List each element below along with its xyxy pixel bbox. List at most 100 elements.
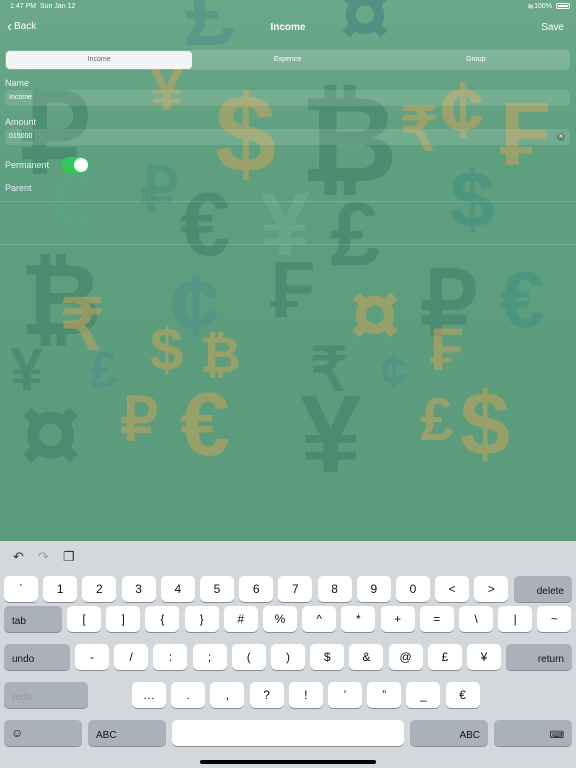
key[interactable]: } (184, 606, 219, 632)
key[interactable]: ` (4, 576, 38, 602)
key[interactable]: 5 (200, 576, 234, 602)
key[interactable]: * (341, 606, 376, 632)
return-key[interactable]: return (506, 644, 572, 670)
key[interactable]: 1 (43, 576, 78, 602)
currency-symbol-icon: ₽ (120, 386, 159, 453)
currency-symbol-icon: ¥ (300, 373, 362, 496)
key[interactable]: $ (310, 644, 345, 670)
key[interactable]: 8 (317, 576, 352, 602)
key[interactable]: { (145, 606, 180, 632)
key[interactable]: ! (288, 682, 323, 708)
key[interactable]: : (153, 644, 188, 670)
hide-keyboard-key[interactable]: ⌨ (494, 720, 572, 746)
currency-pattern-background: ₽ € ¥ £ $ ₿ ₹ ¢ ₣ ¤ ₽ € ¥ £ $ ₿ ₹ ¢ ₣ ¤ ₽ € ¥ £ $ ₿ ₹ ¢ ₣ ¤ ₽ € ¥ £ $ (0, 0, 576, 541)
segment-income[interactable]: Income (6, 51, 193, 69)
abc-key-right[interactable]: ABC (410, 720, 488, 746)
key[interactable]: # (223, 606, 258, 632)
key[interactable]: [ (67, 606, 101, 632)
key[interactable]: / (114, 644, 149, 670)
divider (0, 244, 576, 245)
currency-symbol-icon: € (500, 255, 545, 344)
space-bar[interactable] (172, 720, 404, 746)
amount-value: 015000 (9, 133, 33, 140)
delete-key[interactable]: delete (514, 576, 572, 602)
clear-text-icon[interactable]: ✕ (557, 133, 565, 141)
key[interactable]: 0 (396, 576, 430, 602)
key[interactable]: 7 (278, 576, 313, 602)
battery-icon (556, 3, 570, 9)
key[interactable]: ] (106, 606, 141, 632)
key[interactable]: . (171, 682, 206, 708)
save-button[interactable]: Save (541, 22, 564, 33)
currency-symbol-icon: $ (150, 316, 184, 383)
key[interactable]: , (210, 682, 245, 708)
key[interactable]: + (380, 606, 415, 632)
page-title: Income (270, 22, 306, 33)
key[interactable]: ’ (328, 682, 362, 708)
type-segmented-control: Income Expence Group (5, 50, 570, 70)
amount-field[interactable]: 015000 ✕ (5, 129, 570, 145)
redo-key[interactable]: redo (4, 682, 88, 708)
battery-percentage: 100% (534, 3, 552, 10)
navigation-bar: ‹ Back Income Save (0, 14, 576, 42)
key[interactable]: ~ (537, 606, 572, 632)
app-background: ₽ € ¥ £ $ ₿ ₹ ¢ ₣ ¤ ₽ € ¥ £ $ ₿ ₹ ¢ ₣ ¤ ₽ € ¥ £ $ ₿ ₹ ¢ ₣ ¤ ₽ € ¥ £ $ 1:47… (0, 0, 576, 541)
status-time: 1:47 PM (10, 3, 37, 10)
key[interactable]: £ (427, 644, 462, 670)
key[interactable]: ” (367, 682, 402, 708)
keyboard-hide-icon: ⌨ (549, 730, 564, 741)
abc-key-left[interactable]: ABC (88, 720, 166, 746)
currency-symbol-icon: ₿ (200, 327, 241, 383)
undo-icon[interactable]: ↶ (13, 549, 24, 565)
currency-symbol-icon: ¢ (380, 342, 408, 398)
tab-key[interactable]: tab (4, 606, 62, 632)
currency-symbol-icon: ₽ (140, 156, 179, 223)
currency-symbol-icon: € (180, 375, 231, 475)
key[interactable]: € (445, 682, 480, 708)
key[interactable]: \ (459, 606, 493, 632)
key[interactable]: 2 (82, 576, 117, 602)
currency-symbol-icon: ₣ (430, 316, 464, 383)
key[interactable]: ( (231, 644, 266, 670)
key[interactable]: @ (388, 644, 423, 670)
name-field[interactable]: Income (5, 90, 570, 106)
toggle-knob (74, 158, 88, 172)
emoji-key[interactable]: ☺ (4, 720, 82, 746)
key[interactable]: 6 (239, 576, 274, 602)
key[interactable]: | (498, 606, 533, 632)
name-value: Income (9, 94, 32, 101)
currency-symbol-icon: $ (450, 155, 495, 244)
currency-symbol-icon: £ (420, 386, 454, 453)
key[interactable]: ^ (302, 606, 337, 632)
key[interactable]: = (419, 606, 454, 632)
key[interactable]: ? (249, 682, 284, 708)
key[interactable]: 3 (121, 576, 156, 602)
key[interactable]: … (132, 682, 166, 708)
permanent-label: Permanent (5, 160, 50, 170)
key[interactable]: & (349, 644, 384, 670)
paste-icon[interactable]: ❐ (63, 549, 75, 565)
key[interactable]: ¥ (467, 644, 501, 670)
key[interactable]: ; (192, 644, 227, 670)
emoji-icon: ☺ (11, 726, 24, 740)
wifi-icon: ≋ (527, 2, 534, 11)
currency-symbol-icon: £ (90, 342, 118, 398)
segment-expence[interactable]: Expence (194, 51, 380, 69)
status-bar: 1:47 PM Sun Jan 12 ≋ 100% (0, 0, 576, 14)
home-indicator (200, 760, 376, 764)
divider (0, 201, 576, 202)
key[interactable]: _ (406, 682, 441, 708)
key[interactable]: - (75, 644, 109, 670)
key[interactable]: > (474, 576, 509, 602)
currency-symbol-icon: $ (460, 375, 511, 475)
redo-icon[interactable]: ↷ (38, 549, 49, 565)
key[interactable]: 9 (356, 576, 391, 602)
key[interactable]: < (435, 576, 470, 602)
key[interactable]: ) (271, 644, 305, 670)
on-screen-keyboard: ↶ ↷ ❐ ` 1 2 3 4 5 6 7 8 9 0 < > delete tab []{} #% ^ * +… (0, 541, 576, 768)
key[interactable]: 4 (160, 576, 195, 602)
undo-key[interactable]: undo (4, 644, 70, 670)
key[interactable]: % (263, 606, 297, 632)
segment-group[interactable]: Group (383, 51, 569, 69)
permanent-toggle[interactable] (61, 157, 89, 173)
